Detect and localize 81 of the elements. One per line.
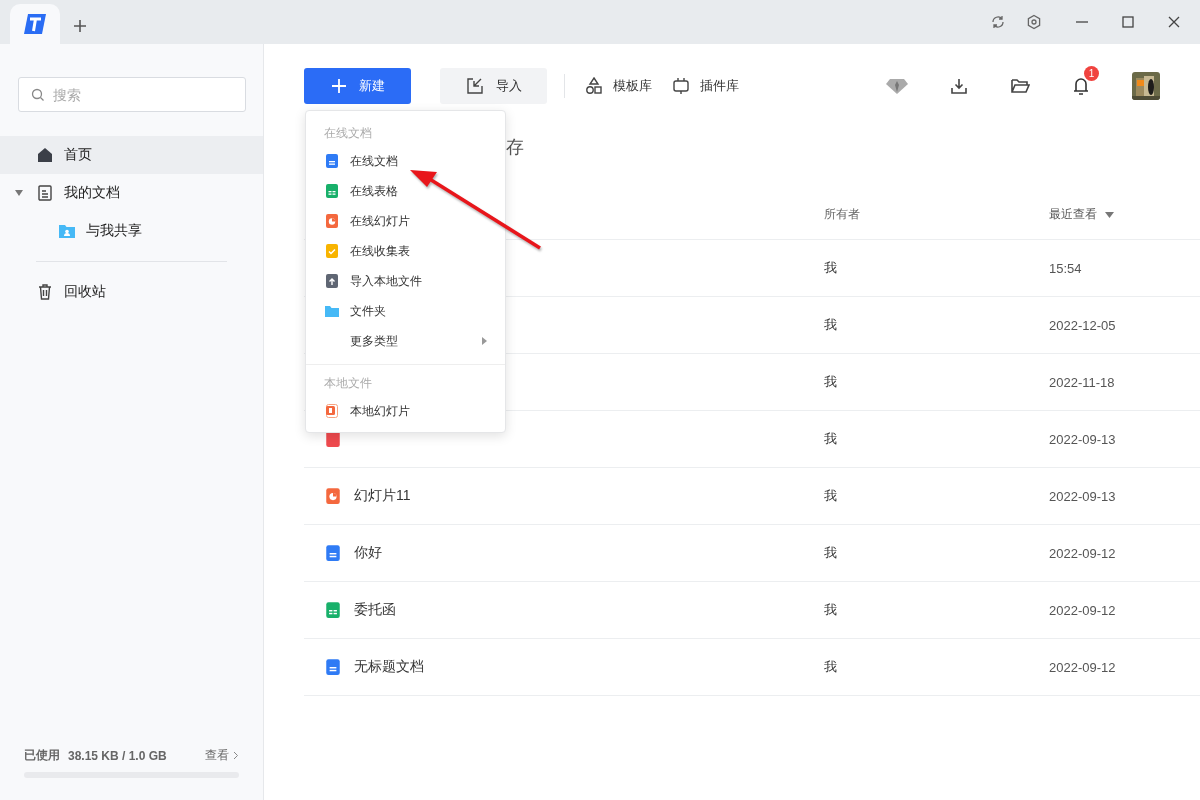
document-icon bbox=[324, 658, 342, 676]
caret-icon[interactable] bbox=[14, 188, 24, 198]
upload-icon bbox=[324, 273, 340, 289]
trash-icon bbox=[36, 283, 54, 301]
date-cell: 2022-09-13 bbox=[1049, 488, 1116, 504]
file-name[interactable]: 你好 bbox=[354, 544, 382, 562]
menu-section-title: 本地文件 bbox=[323, 375, 373, 392]
nav-item[interactable]: 与我共享 bbox=[0, 212, 263, 250]
file-name[interactable]: 无标题文档 bbox=[354, 658, 424, 676]
nav-item[interactable]: 回收站 bbox=[0, 273, 263, 311]
date-cell: 2022-09-13 bbox=[1049, 431, 1116, 447]
document-icon bbox=[324, 544, 342, 562]
sync-icon[interactable] bbox=[990, 14, 1006, 30]
menu-item[interactable]: 在线幻灯片 bbox=[306, 206, 505, 236]
owner-cell: 我 bbox=[824, 602, 837, 617]
import-icon bbox=[465, 77, 484, 95]
new-button[interactable]: 新建 bbox=[304, 68, 411, 104]
home-icon bbox=[36, 146, 54, 164]
menu-item[interactable]: 导入本地文件 bbox=[306, 266, 505, 296]
document-icon bbox=[36, 184, 54, 202]
add-tab-icon[interactable] bbox=[72, 18, 88, 34]
date-cell: 2022-09-12 bbox=[1049, 602, 1116, 618]
storage-usage: 38.15 KB / 1.0 GB bbox=[68, 748, 167, 763]
column-header[interactable]: 所有者 bbox=[824, 207, 860, 221]
slides-icon bbox=[324, 487, 342, 505]
search-icon bbox=[31, 88, 45, 102]
close-icon[interactable] bbox=[1166, 14, 1182, 30]
shapes-icon bbox=[585, 77, 603, 95]
form-icon bbox=[324, 243, 340, 259]
storage-label: 已使用 bbox=[24, 747, 60, 764]
owner-cell: 我 bbox=[824, 545, 837, 560]
spreadsheet-icon bbox=[324, 183, 340, 199]
menu-item[interactable]: 更多类型 bbox=[306, 326, 505, 356]
settings-icon[interactable] bbox=[1026, 14, 1042, 30]
logo-icon bbox=[23, 13, 47, 35]
date-cell: 2022-09-12 bbox=[1049, 545, 1116, 561]
plus-icon bbox=[330, 78, 347, 94]
presentation-icon bbox=[324, 403, 340, 419]
plugin-link[interactable]: 插件库 bbox=[672, 77, 739, 95]
template-link[interactable]: 模板库 bbox=[585, 77, 652, 95]
date-cell: 2022-12-05 bbox=[1049, 317, 1116, 333]
menu-item[interactable]: 在线收集表 bbox=[306, 236, 505, 266]
bell-icon[interactable] bbox=[1072, 76, 1090, 96]
document-icon bbox=[324, 153, 340, 169]
slides-icon bbox=[324, 213, 340, 229]
view-link[interactable]: 查看 bbox=[205, 747, 239, 764]
import-button[interactable]: 导入 bbox=[440, 68, 547, 104]
owner-cell: 我 bbox=[824, 488, 837, 503]
folder-icon[interactable] bbox=[1010, 77, 1030, 95]
owner-cell: 我 bbox=[824, 431, 837, 446]
search-field[interactable]: 搜索 bbox=[18, 77, 246, 112]
menu-item[interactable]: 在线文档 bbox=[306, 146, 505, 176]
maximize-icon[interactable] bbox=[1120, 14, 1136, 30]
date-cell: 2022-09-12 bbox=[1049, 659, 1116, 675]
file-name[interactable]: 幻灯片11 bbox=[354, 487, 411, 505]
download-icon[interactable] bbox=[950, 77, 968, 95]
section-heading: 存 bbox=[506, 136, 524, 159]
owner-cell: 我 bbox=[824, 260, 837, 275]
plug-icon bbox=[672, 77, 690, 95]
sort-caret-icon[interactable] bbox=[1105, 211, 1114, 218]
nav-item[interactable]: 我的文档 bbox=[0, 174, 263, 212]
owner-cell: 我 bbox=[824, 659, 837, 674]
submenu-arrow-icon bbox=[482, 337, 487, 345]
column-header[interactable]: 最近查看 bbox=[1049, 206, 1097, 223]
date-cell: 2022-11-18 bbox=[1049, 374, 1115, 390]
shared-folder-icon bbox=[58, 222, 76, 240]
menu-item[interactable]: 本地幻灯片 bbox=[306, 396, 505, 426]
menu-section-title: 在线文档 bbox=[323, 125, 373, 142]
owner-cell: 我 bbox=[824, 374, 837, 389]
folder-icon bbox=[324, 303, 340, 319]
chevron-icon bbox=[233, 751, 239, 760]
nav-item[interactable]: 首页 bbox=[0, 136, 263, 174]
notification-badge: 1 bbox=[1084, 66, 1099, 81]
owner-cell: 我 bbox=[824, 317, 837, 332]
spreadsheet-icon bbox=[324, 601, 342, 619]
diamond-icon[interactable] bbox=[886, 78, 908, 94]
date-cell: 15:54 bbox=[1049, 260, 1082, 276]
app-tab[interactable] bbox=[10, 4, 60, 44]
menu-item[interactable]: 文件夹 bbox=[306, 296, 505, 326]
file-name[interactable]: 委托函 bbox=[354, 601, 396, 619]
menu-item[interactable]: 在线表格 bbox=[306, 176, 505, 206]
